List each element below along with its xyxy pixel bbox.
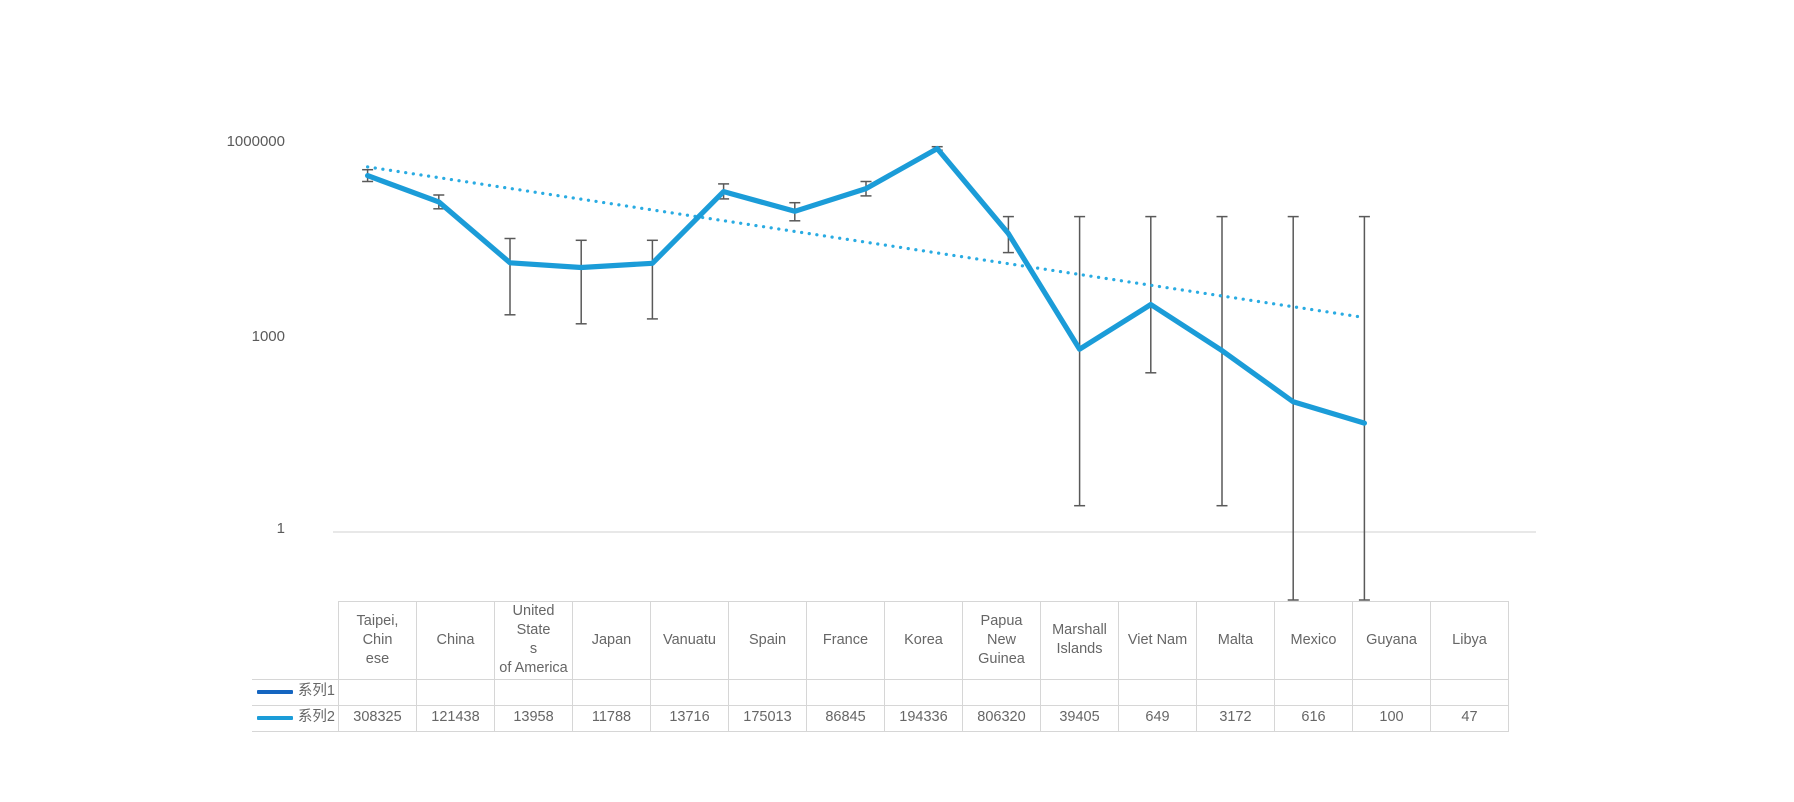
table-column-header: Viet Nam	[1118, 601, 1197, 680]
table-cell: 3172	[1196, 704, 1275, 732]
table-cell	[884, 678, 963, 706]
trendline-path	[366, 165, 1366, 320]
table-column-header: Taipei, Chin ese	[338, 601, 417, 680]
table-cell	[1430, 678, 1509, 706]
table-column-header: Guyana	[1352, 601, 1431, 680]
series-legend-cell: 系列2	[252, 704, 339, 732]
table-cell	[1274, 678, 1353, 706]
table-cell: 806320	[962, 704, 1041, 732]
table-column-header: China	[416, 601, 495, 680]
table-header-row: Taipei, Chin ese China United State s of Amer…	[252, 601, 1509, 680]
legend-swatch-icon	[256, 689, 293, 694]
legend-swatch-icon	[256, 715, 293, 720]
table-cell	[650, 678, 729, 706]
table-cell: 121438	[416, 704, 495, 732]
table-row: 系列1	[252, 678, 1509, 706]
table-column-header: France	[806, 601, 885, 680]
chart-container: 1000000 1000 1 Taipei, Chin ese China Unite…	[0, 0, 1794, 802]
table-cell: 175013	[728, 704, 807, 732]
table-column-header: Marshall Islands	[1040, 601, 1119, 680]
table-cell	[1040, 678, 1119, 706]
table-cell	[494, 678, 573, 706]
table-cell: 100	[1352, 704, 1431, 732]
table-cell: 13958	[494, 704, 573, 732]
table-cell	[728, 678, 807, 706]
table-column-header: Korea	[884, 601, 963, 680]
table-cell	[1196, 678, 1275, 706]
table-row: 系列2 308325 121438 13958 11788 13716 175013 8684…	[252, 704, 1509, 732]
table-cell	[572, 678, 651, 706]
series-legend-cell: 系列1	[252, 678, 339, 706]
error-bars-group	[362, 145, 1370, 601]
y-axis-tick-1000: 1000	[251, 328, 285, 345]
table-cell: 39405	[1040, 704, 1119, 732]
table-cell	[1118, 678, 1197, 706]
table-cell	[416, 678, 495, 706]
y-axis-tick-1000000: 1000000	[226, 133, 285, 150]
table-column-header: United State s of America	[494, 601, 573, 680]
table-cell: 194336	[884, 704, 963, 732]
table-cell: 86845	[806, 704, 885, 732]
table-column-header: Malta	[1196, 601, 1275, 680]
table-column-header: Libya	[1430, 601, 1509, 680]
table-cell	[962, 678, 1041, 706]
table-column-header: Papua New Guinea	[962, 601, 1041, 680]
table-cell: 13716	[650, 704, 729, 732]
table-cell	[806, 678, 885, 706]
table-column-header: Japan	[572, 601, 651, 680]
table-corner-cell	[252, 601, 339, 679]
table-column-header: Spain	[728, 601, 807, 680]
table-cell: 649	[1118, 704, 1197, 732]
table-column-header: Mexico	[1274, 601, 1353, 680]
table-column-header: Vanuatu	[650, 601, 729, 680]
table-cell: 308325	[338, 704, 417, 732]
data-table: Taipei, Chin ese China United State s of Amer…	[252, 601, 1509, 732]
table-cell	[1352, 678, 1431, 706]
legend-series-label: 系列1	[297, 683, 335, 700]
table-cell: 616	[1274, 704, 1353, 732]
table-cell: 11788	[572, 704, 651, 732]
table-cell	[338, 678, 417, 706]
series2-line-path	[365, 146, 1367, 426]
legend-series-label: 系列2	[297, 709, 335, 726]
table-body: 系列1 系列2 308325 121438 13958 11788 13716 175013 8…	[252, 678, 1509, 732]
y-axis-tick-1: 1	[276, 520, 285, 537]
table-cell: 47	[1430, 704, 1509, 732]
table-header: Taipei, Chin ese China United State s of Amer…	[252, 601, 1509, 680]
